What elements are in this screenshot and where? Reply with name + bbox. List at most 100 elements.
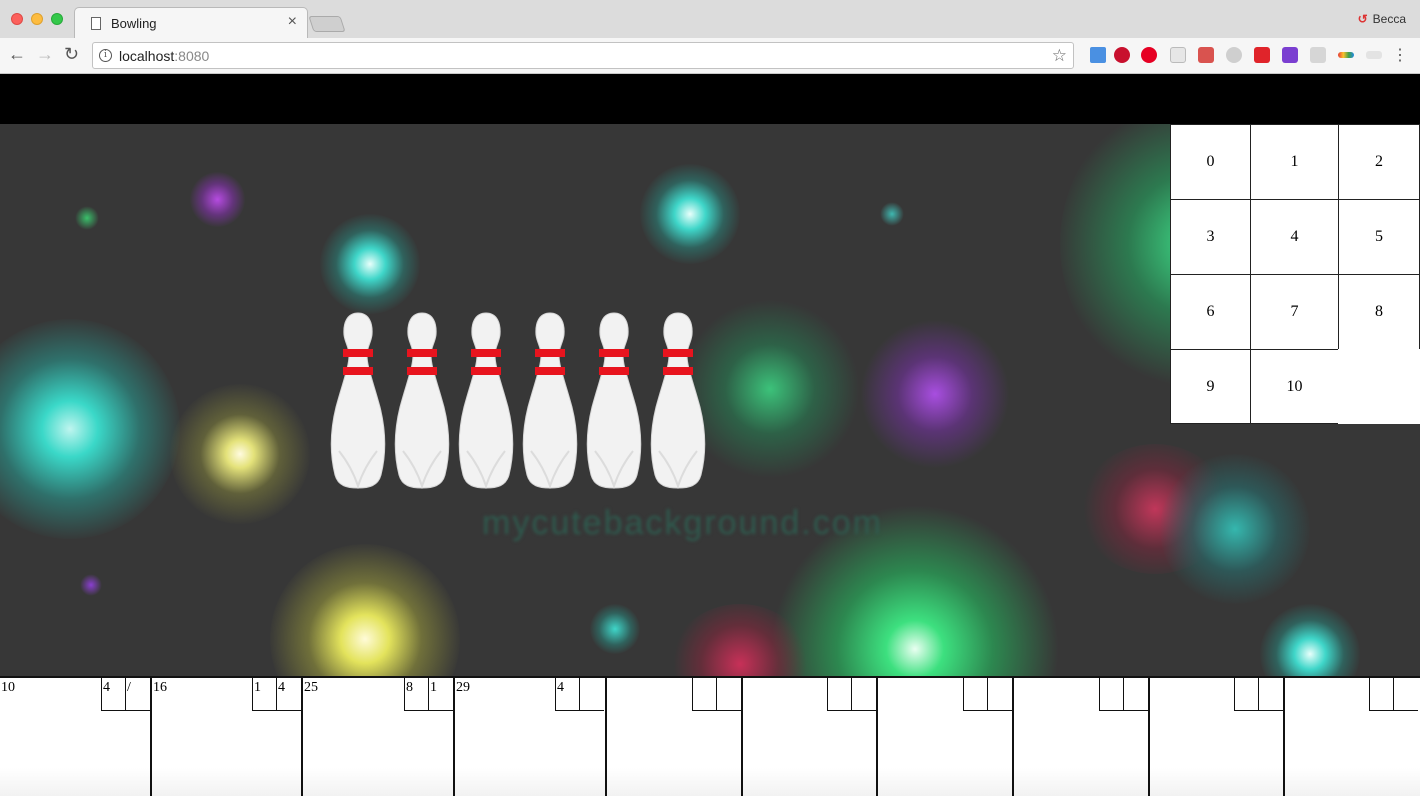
background-glow	[170, 384, 310, 524]
score-frame-4: 29 4	[455, 678, 607, 796]
background-glow	[880, 202, 904, 226]
background-glow	[1160, 454, 1310, 604]
profile-icon: ↺	[1357, 12, 1368, 26]
background-glow	[590, 604, 640, 654]
bowling-pin-icon	[458, 312, 514, 489]
url-text[interactable]: localhost:8080	[119, 48, 209, 64]
info-icon[interactable]: i	[99, 49, 112, 62]
bowling-pin-icon	[522, 312, 578, 489]
roll-2-box	[1258, 678, 1283, 711]
wave-extension-icon[interactable]	[1366, 51, 1382, 59]
roll-2-box	[716, 678, 741, 711]
pin-key-9[interactable]: 9	[1170, 349, 1251, 424]
roll-1-box	[963, 678, 988, 711]
back-icon[interactable]: ←	[8, 44, 26, 65]
score-frame-2: 16 1 4	[152, 678, 303, 796]
close-window-button[interactable]	[11, 13, 23, 25]
roll-2-box	[1123, 678, 1148, 711]
bowling-pin-icon	[586, 312, 642, 489]
bowling-stage: mycutebackground.com 0 1 2 3 4 5 6 7 8 9…	[0, 124, 1420, 676]
frame-total: 29	[456, 680, 470, 695]
pin-key-4[interactable]: 4	[1250, 199, 1339, 275]
roll-2-box	[1393, 678, 1418, 711]
tab-title: Bowling	[111, 16, 157, 31]
url-port: :8080	[174, 48, 210, 64]
roll-1-box	[827, 678, 852, 711]
background-watermark: mycutebackground.com	[482, 504, 883, 542]
roll-1-box	[1234, 678, 1259, 711]
rainbow-extension-icon[interactable]	[1338, 52, 1354, 58]
pin-count-keypad: 0 1 2 3 4 5 6 7 8 9 10	[1170, 124, 1420, 424]
bookmark-star-icon[interactable]: ☆	[1052, 46, 1067, 66]
profile-name: Becca	[1372, 12, 1406, 26]
roll-1-box: 4	[101, 678, 126, 711]
score-frame-10	[1285, 678, 1420, 796]
bowling-pin-icon	[330, 312, 386, 489]
roll-1-box: 8	[404, 678, 429, 711]
url-host: localhost	[119, 48, 175, 64]
cors-extension-icon[interactable]	[1254, 47, 1270, 63]
address-bar[interactable]: i localhost:8080 ☆	[92, 42, 1074, 69]
new-tab-button[interactable]	[308, 16, 346, 32]
score-frame-8	[1014, 678, 1150, 796]
background-glow	[320, 214, 420, 314]
background-glow	[80, 574, 102, 596]
pin-key-8[interactable]: 8	[1338, 274, 1420, 350]
score-frame-6	[743, 678, 878, 796]
background-glow	[1260, 604, 1360, 676]
roll-1-box: 1	[252, 678, 277, 711]
pin-key-0[interactable]: 0	[1170, 124, 1251, 200]
eyedropper-extension-icon[interactable]	[1090, 47, 1106, 63]
maximize-window-button[interactable]	[51, 13, 63, 25]
frame-total: 10	[1, 680, 15, 695]
page-icon	[91, 17, 101, 30]
scorecard: 10 4 / 16 1 4 25 8 1 29 4	[0, 676, 1420, 796]
blank-extension-icon[interactable]	[1170, 47, 1186, 63]
menu-icon[interactable]: ⋮	[1392, 45, 1408, 65]
minimize-window-button[interactable]	[31, 13, 43, 25]
score-frame-7	[878, 678, 1014, 796]
grey-extension-icon[interactable]	[1226, 47, 1242, 63]
pin-key-3[interactable]: 3	[1170, 199, 1251, 275]
roll-1-box: 4	[555, 678, 580, 711]
bowling-pin-icon	[394, 312, 450, 489]
forward-icon[interactable]: →	[36, 44, 54, 65]
background-glow	[75, 206, 99, 230]
pin-key-10[interactable]: 10	[1250, 349, 1339, 424]
roll-1-box	[1369, 678, 1394, 711]
bowling-pin-icon	[650, 312, 706, 489]
pin-key-5[interactable]: 5	[1338, 199, 1420, 275]
tab-close-icon[interactable]: ×	[288, 13, 297, 31]
score-frame-5	[607, 678, 743, 796]
background-glow	[860, 319, 1010, 469]
background-glow	[270, 544, 460, 676]
roll-2-box: 1	[428, 678, 453, 711]
page-header-bar	[0, 74, 1420, 124]
pin-row	[329, 311, 709, 491]
roll-2-box	[987, 678, 1012, 711]
roll-2-box: /	[125, 678, 150, 711]
profile-button[interactable]: ↺ Becca	[1358, 12, 1406, 26]
score-frame-1: 10 4 /	[0, 678, 152, 796]
pin-key-6[interactable]: 6	[1170, 274, 1251, 350]
background-glow	[190, 172, 245, 227]
pin-key-7[interactable]: 7	[1250, 274, 1339, 350]
reload-icon[interactable]: ↻	[64, 44, 79, 65]
roll-2-box: 4	[276, 678, 301, 711]
frame-total: 16	[153, 680, 167, 695]
browser-tab-bar: Bowling × ↺ Becca	[0, 0, 1420, 38]
background-glow	[640, 164, 740, 264]
pin-key-2[interactable]: 2	[1338, 124, 1420, 200]
pin-key-1[interactable]: 1	[1250, 124, 1339, 200]
roll-2-box	[579, 678, 604, 711]
browser-toolbar: ← → ↻ i localhost:8080 ☆ ⋮	[0, 38, 1420, 74]
checkbox-extension-icon[interactable]	[1282, 47, 1298, 63]
puzzle-extension-icon[interactable]	[1310, 47, 1326, 63]
pinterest-extension-icon[interactable]	[1141, 47, 1157, 63]
roll-1-box	[1099, 678, 1124, 711]
adblock-extension-icon[interactable]	[1114, 47, 1130, 63]
score-frame-9	[1150, 678, 1285, 796]
photo-extension-icon[interactable]	[1198, 47, 1214, 63]
roll-2-box	[851, 678, 876, 711]
browser-tab[interactable]: Bowling ×	[74, 7, 308, 38]
